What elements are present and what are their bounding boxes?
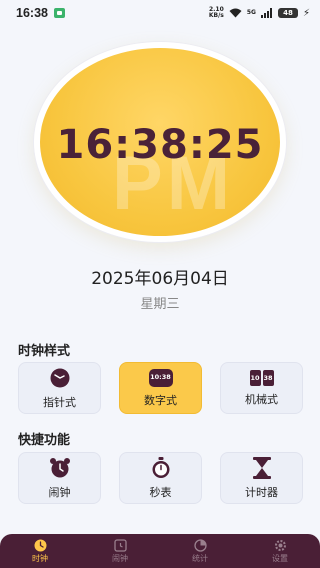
stopwatch-label: 秒表	[149, 485, 172, 499]
network-type: 5G	[246, 9, 256, 16]
tab-alarm[interactable]: 闹钟	[80, 534, 160, 568]
stopwatch-icon	[150, 456, 172, 479]
timer-label: 计时器	[245, 485, 278, 499]
tab-statistics[interactable]: 统计	[160, 534, 240, 568]
style-digital-button[interactable]: 10:38 数字式	[119, 362, 202, 414]
stopwatch-button[interactable]: 秒表	[119, 452, 202, 504]
date-label: 2025年06月04日	[91, 269, 229, 289]
digital-clock-icon: 10:38	[148, 368, 173, 387]
gear-tab-icon	[274, 539, 286, 551]
status-time: 16:38	[16, 6, 48, 20]
pie-chart-tab-icon	[193, 538, 207, 552]
tab-clock[interactable]: 时钟	[0, 534, 80, 568]
style-digital-label: 数字式	[144, 393, 177, 407]
wifi-icon	[229, 8, 242, 18]
signal-icon	[260, 8, 273, 18]
quick-functions-title: 快捷功能	[18, 433, 71, 448]
style-flip-label: 机械式	[245, 392, 278, 406]
style-analog-button[interactable]: 指针式	[18, 362, 101, 414]
alarm-label: 闹钟	[48, 485, 71, 499]
battery-icon: 48	[277, 8, 298, 18]
status-indicators: 2.10 KB/s 5G 48 ⚡	[209, 7, 310, 19]
clock-face: PM 16:38:25	[34, 42, 286, 242]
alarm-tab-icon	[113, 538, 127, 552]
weekday-label: 星期三	[140, 297, 180, 312]
flip-clock-icon: 10 38	[249, 369, 274, 386]
timer-button[interactable]: 计时器	[220, 452, 303, 504]
status-bar: 16:38 2.10 KB/s 5G 48 ⚡	[0, 0, 320, 26]
analog-clock-icon	[49, 367, 71, 389]
charging-icon: ⚡	[302, 7, 310, 19]
quick-functions-row: 闹钟 秒表 计时器	[18, 452, 303, 504]
style-flip-button[interactable]: 10 38 机械式	[220, 362, 303, 414]
alarm-button[interactable]: 闹钟	[18, 452, 101, 504]
clock-styles-row: 指针式 10:38 数字式 10 38 机械式	[18, 362, 303, 414]
clock-tab-icon	[34, 539, 46, 551]
alarm-clock-icon	[49, 457, 71, 479]
clock-styles-title: 时钟样式	[18, 344, 71, 359]
bottom-tab-bar: 时钟 闹钟 统计 设置	[0, 534, 320, 568]
hourglass-icon	[252, 456, 272, 479]
notification-app-icon	[53, 8, 65, 18]
style-analog-label: 指针式	[43, 395, 76, 409]
clock-time: 16:38:25	[56, 122, 264, 168]
network-speed: 2.10 KB/s	[208, 6, 224, 19]
tab-settings[interactable]: 设置	[240, 534, 320, 568]
